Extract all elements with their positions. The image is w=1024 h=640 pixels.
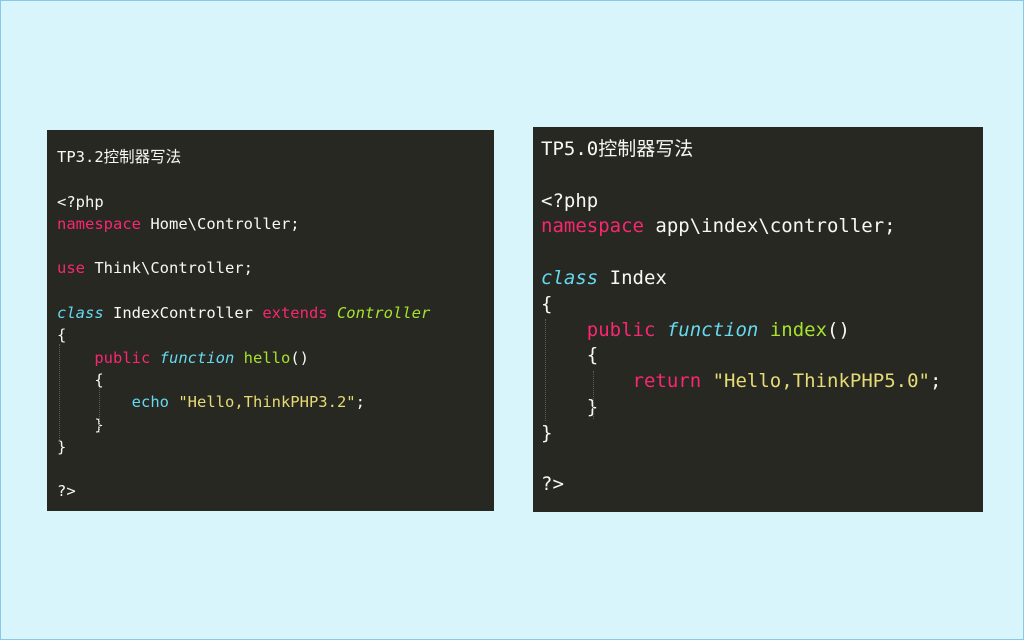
panel-title: TP3.2控制器写法 bbox=[57, 148, 182, 166]
public-keyword: public bbox=[94, 348, 151, 367]
code-line-namespace: namespace app\index\controller; bbox=[541, 214, 983, 240]
class-name: IndexController bbox=[103, 304, 263, 323]
code-line-class: class IndexController extends Controller bbox=[57, 302, 494, 324]
code-line-namespace: namespace Home\Controller; bbox=[57, 213, 494, 235]
php-close-tag: ?> bbox=[541, 473, 564, 496]
parent-class: Controller bbox=[327, 304, 431, 323]
string-literal: "Hello,ThinkPHP3.2" bbox=[178, 393, 356, 412]
code-line-class: class Index bbox=[541, 266, 983, 292]
return-keyword: return bbox=[632, 370, 702, 393]
namespace-value: app\index\controller; bbox=[643, 215, 896, 238]
code-line-php-open: <?php bbox=[541, 189, 983, 215]
panel-title: TP5.0控制器写法 bbox=[541, 138, 694, 160]
namespace-value: Home\Controller; bbox=[141, 214, 300, 233]
php-open-tag: <?php bbox=[541, 189, 599, 212]
brace-open: { bbox=[541, 292, 553, 315]
code-line-inner-close: } bbox=[57, 414, 494, 436]
method-name: hello bbox=[243, 348, 291, 367]
code-line-php-close: ?> bbox=[57, 480, 494, 502]
code-line-brace-open: { bbox=[541, 292, 983, 318]
code-line-method: public function index() bbox=[541, 318, 983, 344]
php-close-tag: ?> bbox=[57, 482, 76, 501]
code-line-echo: echo "Hello,ThinkPHP3.2"; bbox=[57, 391, 494, 413]
function-keyword: function bbox=[666, 318, 759, 341]
code-line-brace-close: } bbox=[57, 436, 494, 458]
use-keyword: use bbox=[57, 259, 85, 278]
class-keyword: class bbox=[57, 304, 104, 323]
extends-keyword: extends bbox=[262, 304, 328, 323]
code-line-php-close: ?> bbox=[541, 472, 983, 498]
indent-guide bbox=[593, 371, 594, 419]
code-line-inner-open: { bbox=[57, 369, 494, 391]
namespace-keyword: namespace bbox=[541, 215, 644, 238]
namespace-keyword: namespace bbox=[57, 214, 141, 233]
code-line-brace-open: { bbox=[57, 324, 494, 346]
use-value: Think\Controller; bbox=[85, 259, 253, 278]
code-line-php-open: <?php bbox=[57, 191, 494, 213]
indent-guide bbox=[545, 319, 546, 421]
echo-keyword: echo bbox=[131, 393, 169, 412]
code-line-brace-close: } bbox=[541, 421, 983, 447]
code-panel-tp50: TP5.0控制器写法 <?php namespace app\index\con… bbox=[533, 127, 983, 512]
class-keyword: class bbox=[541, 266, 599, 289]
brace-close: } bbox=[541, 421, 553, 444]
string-literal: "Hello,ThinkPHP5.0" bbox=[712, 370, 930, 393]
code-panel-tp32: TP3.2控制器写法 <?php namespace Home\Controll… bbox=[47, 130, 494, 511]
code-line-inner-close: } bbox=[541, 395, 983, 421]
code-line-use: use Think\Controller; bbox=[57, 257, 494, 279]
class-name: Index bbox=[598, 266, 667, 289]
semicolon: ; bbox=[929, 370, 942, 393]
inner-brace-open: { bbox=[586, 344, 599, 367]
php-open-tag: <?php bbox=[57, 192, 104, 211]
code-line-return: return "Hello,ThinkPHP5.0"; bbox=[541, 369, 983, 395]
method-parens: () bbox=[290, 348, 310, 367]
function-keyword: function bbox=[159, 348, 235, 367]
semicolon: ; bbox=[355, 393, 365, 412]
public-keyword: public bbox=[586, 318, 656, 341]
method-parens: () bbox=[827, 318, 850, 341]
code-line-inner-open: { bbox=[541, 343, 983, 369]
indent-guide bbox=[99, 388, 100, 433]
inner-brace-open: { bbox=[94, 370, 104, 389]
indent-guide bbox=[59, 344, 60, 444]
method-name: index bbox=[769, 318, 828, 341]
brace-open: { bbox=[57, 326, 67, 345]
code-line-method: public function hello() bbox=[57, 347, 494, 369]
